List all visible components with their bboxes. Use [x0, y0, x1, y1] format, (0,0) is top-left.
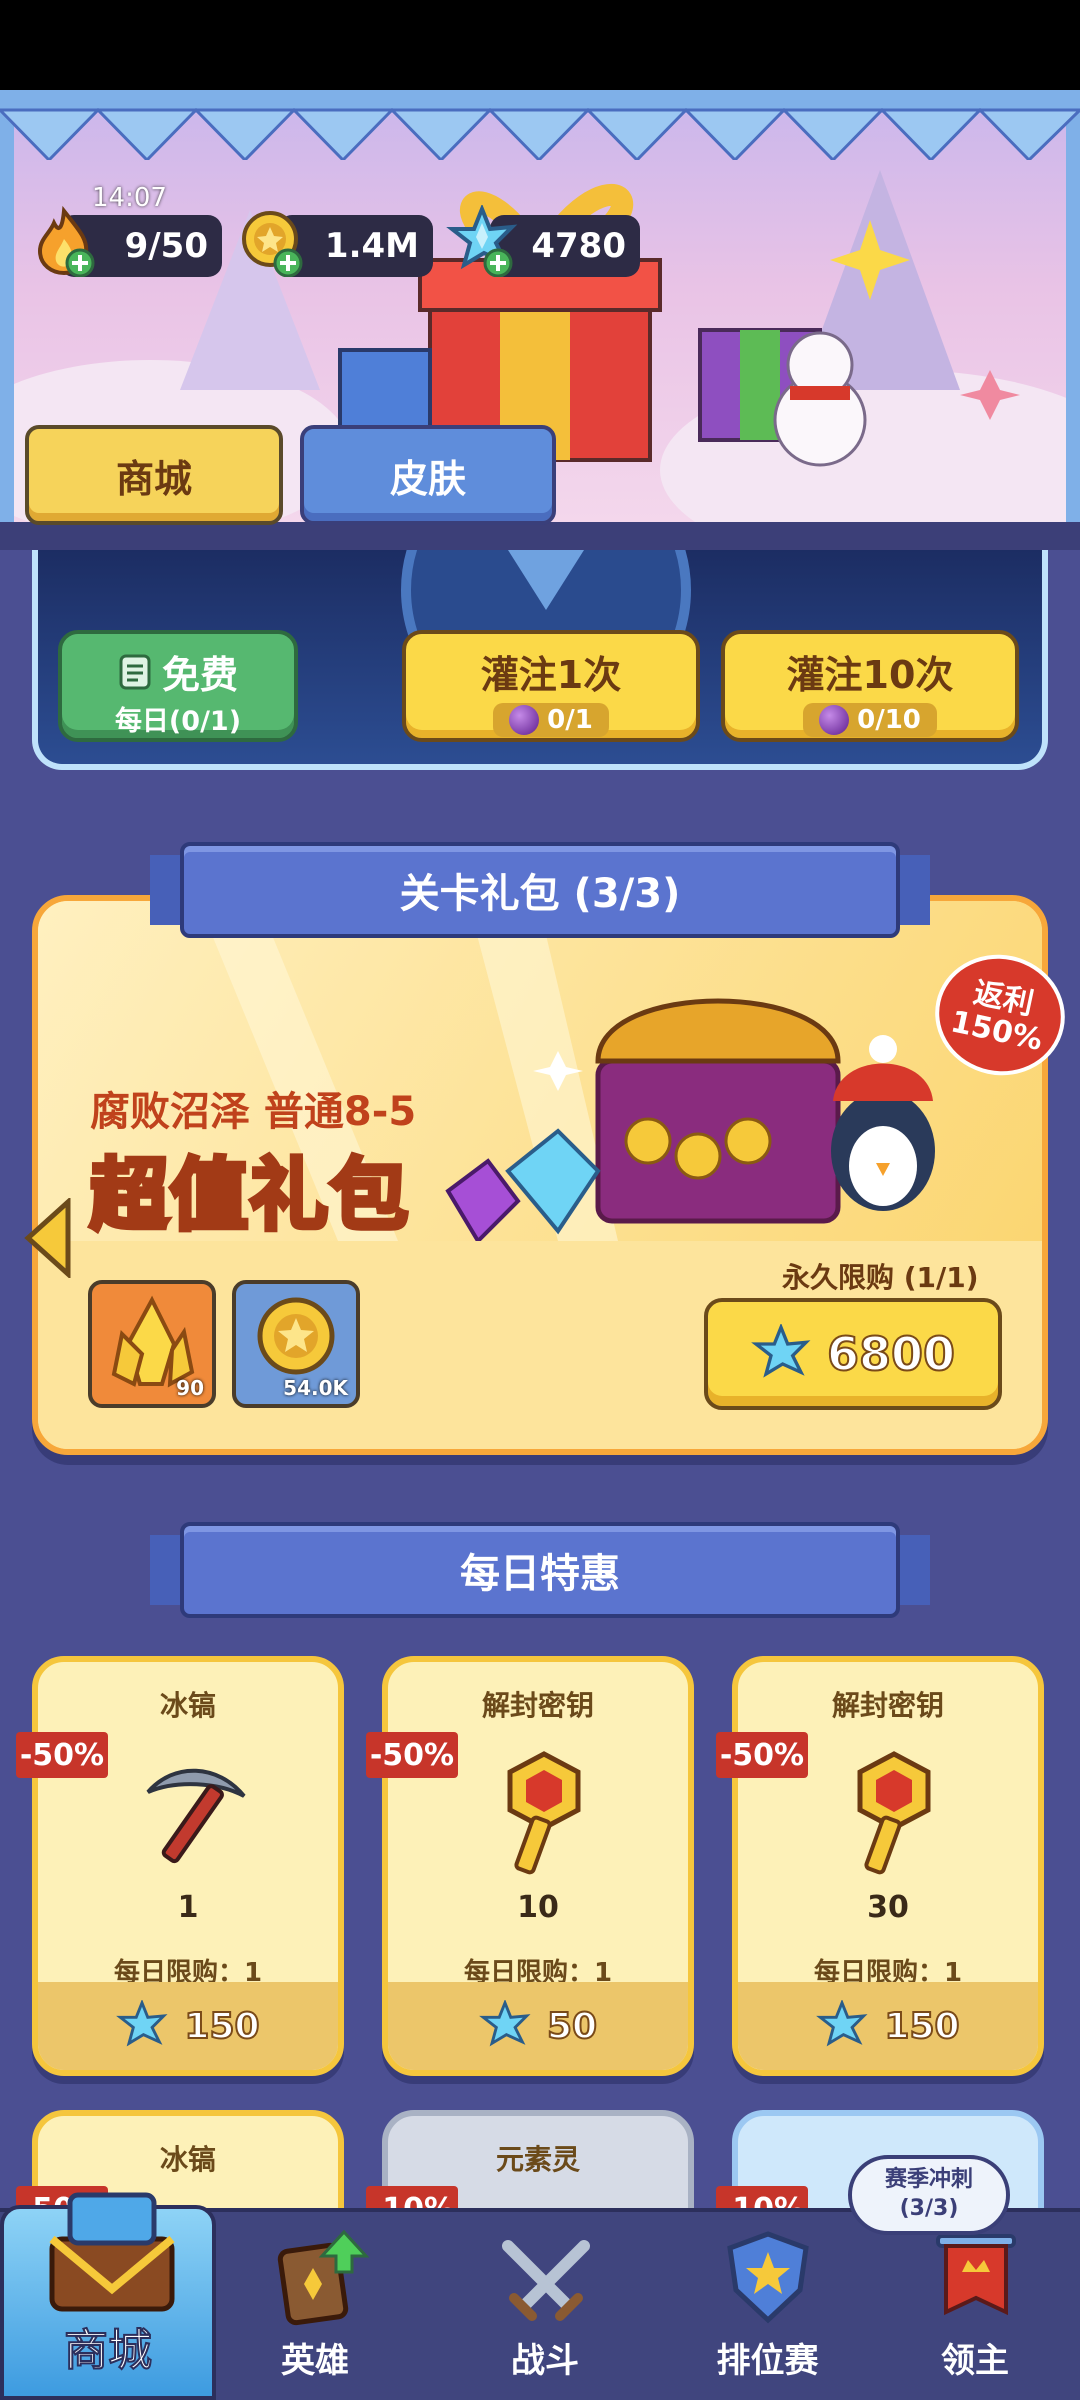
nav-item-ranked[interactable]: 排位赛 [680, 2210, 855, 2400]
season-sprint-progress: (3/3) [899, 2196, 959, 2221]
draw-once-label: 灌注1次 [480, 653, 622, 697]
orb-icon [509, 705, 540, 735]
diamond-value: 4780 [531, 226, 626, 266]
pack-price: 6800 [826, 1326, 956, 1382]
crystal-icon [116, 2000, 168, 2047]
deal-card[interactable]: 冰镐 1 每日限购：1 150 [32, 1656, 344, 2076]
nav-label: 英雄 [281, 2341, 349, 2381]
crystal-icon [479, 2000, 531, 2047]
deal-price-value: 150 [883, 2005, 960, 2048]
daily-deals-header: 每日特惠 [180, 1522, 900, 1618]
free-draw-label: 免费 [161, 653, 238, 697]
shop-screen: 14:07 9/50 1.4M 4780 商城 皮肤 免费 每日(0/1) 灌注… [0, 0, 1080, 2400]
draw-ten-button[interactable]: 灌注10次 0/10 [721, 630, 1019, 742]
nav-label: 领主 [941, 2341, 1009, 2381]
stage-pack-title: 关卡礼包 (3/3) [399, 871, 681, 917]
deal-price: 50 [388, 1982, 688, 2070]
free-draw-button[interactable]: 免费 每日(0/1) [58, 630, 298, 742]
fire-icon[interactable] [28, 205, 100, 277]
season-sprint-title: 赛季冲刺 [884, 2167, 973, 2193]
nav-label: 商城 [63, 2324, 153, 2377]
draw-once-cost: 0/1 [493, 703, 609, 737]
orb-icon [819, 705, 850, 735]
rank-shield-icon [727, 2231, 809, 2324]
discount-badge: -50% [366, 1732, 458, 1778]
buy-pack-button[interactable]: 6800 [704, 1298, 1002, 1410]
nav-item-hero[interactable]: 英雄 [230, 2210, 400, 2400]
nav-item-battle[interactable]: 战斗 [460, 2210, 630, 2400]
prev-pack-arrow-icon[interactable] [22, 1198, 72, 1278]
deal-name: 解封密钥 [481, 1689, 594, 1722]
hero-card-icon [277, 2229, 370, 2326]
tab-skin-label: 皮肤 [389, 456, 466, 501]
coin-icon[interactable] [236, 205, 308, 277]
key-icon [507, 1751, 581, 1875]
draw-once-button[interactable]: 灌注1次 0/1 [402, 630, 700, 742]
nav-item-shop[interactable]: 商城 [0, 2192, 216, 2400]
scroll-icon [119, 654, 151, 689]
purchase-limit: 永久限购 (1/1) [782, 1261, 979, 1294]
shop-icon [49, 2192, 175, 2312]
swords-icon [502, 2240, 590, 2321]
deal-qty: 10 [517, 1890, 559, 1925]
free-draw-daily: 每日(0/1) [114, 706, 242, 737]
deal-name: 冰镐 [159, 1689, 216, 1722]
nav-label: 战斗 [511, 2341, 579, 2381]
draw-ten-label: 灌注10次 [786, 653, 954, 697]
draw-ten-cost: 0/10 [803, 703, 937, 737]
deal-name: 元素灵 [495, 2143, 580, 2176]
draw-ten-cost-value: 0/10 [857, 705, 921, 735]
item-slot-gold[interactable]: 54.0K [232, 1280, 360, 1408]
deal-name: 解封密钥 [831, 1689, 944, 1722]
draw-once-cost-value: 0/1 [547, 705, 593, 735]
crystal-icon[interactable] [446, 205, 518, 277]
deal-price: 150 [738, 1982, 1038, 2070]
season-sprint-bubble[interactable]: 赛季冲刺 (3/3) [848, 2155, 1010, 2235]
crystal-icon [816, 2000, 868, 2047]
deal-price-value: 50 [546, 2005, 598, 2048]
daily-deals-title: 每日特惠 [460, 1551, 620, 1597]
nav-item-lord[interactable]: 领主 [890, 2210, 1060, 2400]
deal-card[interactable]: 解封密钥 10 每日限购：1 50 [382, 1656, 694, 2076]
pickaxe-icon [146, 1768, 246, 1864]
nav-label: 排位赛 [716, 2341, 819, 2381]
discount-badge: -50% [716, 1732, 808, 1778]
deal-qty: 30 [867, 1890, 909, 1925]
deal-qty: 1 [177, 1890, 199, 1925]
clock: 14:07 [92, 183, 167, 213]
gold-value: 1.4M [324, 226, 419, 266]
crystal-icon [751, 1324, 811, 1378]
deal-name: 冰镐 [159, 2143, 216, 2176]
tab-skin[interactable]: 皮肤 [300, 425, 556, 525]
deal-price: 150 [38, 1982, 338, 2070]
pack-title: 超值礼包 [87, 1149, 411, 1244]
deal-price-value: 150 [183, 2005, 260, 2048]
banner-icon [936, 2234, 1016, 2316]
item-slot-crystal[interactable]: 90 [88, 1280, 216, 1408]
item-crystal-qty: 90 [176, 1376, 204, 1400]
tab-shop-label: 商城 [115, 456, 192, 501]
stage-name: 腐败沼泽 普通8-5 [90, 1089, 417, 1135]
discount-badge: -50% [16, 1732, 108, 1778]
energy-value: 9/50 [124, 226, 208, 266]
deal-card[interactable]: 解封密钥 30 每日限购：1 150 [732, 1656, 1044, 2076]
key-icon [857, 1751, 931, 1875]
pack-hero: 腐败沼泽 普通8-5 超值礼包 [38, 901, 1042, 1245]
stage-pack-header: 关卡礼包 (3/3) [180, 842, 900, 938]
tab-shop[interactable]: 商城 [25, 425, 283, 525]
awning [0, 90, 1080, 160]
item-gold-qty: 54.0K [283, 1376, 348, 1400]
tab-divider [0, 522, 1080, 550]
status-bar [0, 0, 1080, 90]
